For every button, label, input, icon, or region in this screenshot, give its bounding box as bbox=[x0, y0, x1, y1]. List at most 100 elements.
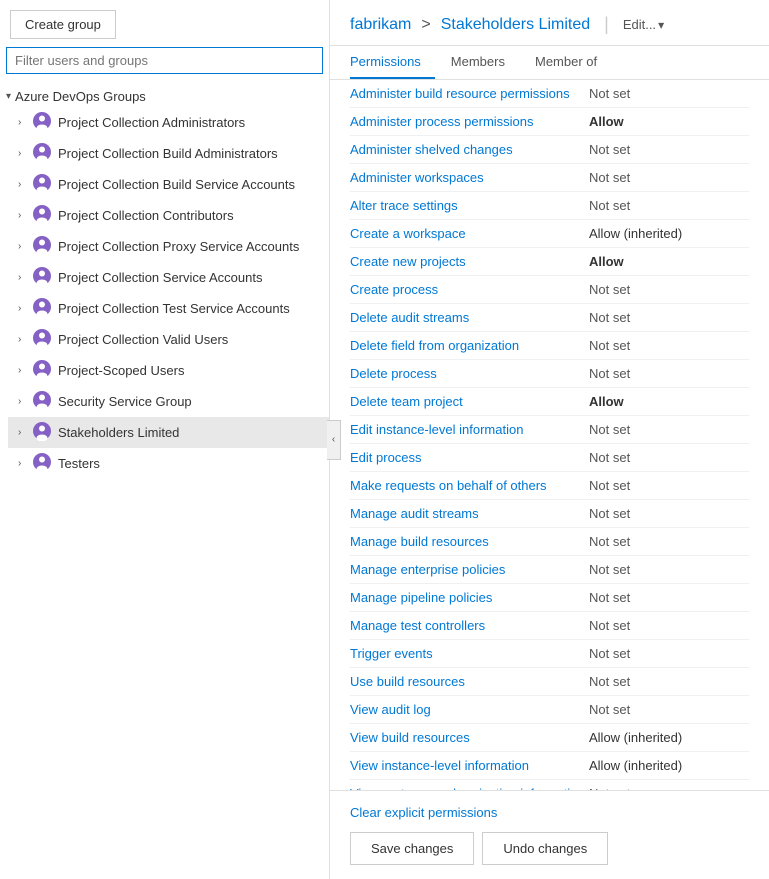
tree-item[interactable]: › Security Service Group bbox=[8, 386, 329, 417]
tree-item[interactable]: › Project Collection Contributors bbox=[8, 200, 329, 231]
permission-value[interactable]: Not set bbox=[589, 562, 749, 577]
permission-value[interactable]: Allow (inherited) bbox=[589, 730, 749, 745]
save-changes-button[interactable]: Save changes bbox=[350, 832, 474, 865]
tree-item-label: Project Collection Proxy Service Account… bbox=[58, 239, 299, 254]
permission-value[interactable]: Not set bbox=[589, 142, 749, 157]
user-icon bbox=[32, 328, 58, 351]
permission-value[interactable]: Not set bbox=[589, 282, 749, 297]
tree-items: › Project Collection Administrators› Pro… bbox=[0, 107, 329, 479]
permission-value[interactable]: Not set bbox=[589, 338, 749, 353]
permission-name[interactable]: Administer workspaces bbox=[350, 170, 589, 185]
group-header-label: Azure DevOps Groups bbox=[15, 89, 146, 104]
permission-name[interactable]: Delete audit streams bbox=[350, 310, 589, 325]
permission-value[interactable]: Not set bbox=[589, 590, 749, 605]
permission-value[interactable]: Not set bbox=[589, 534, 749, 549]
permission-row: Delete team projectAllow bbox=[350, 388, 749, 416]
permission-row: Administer shelved changesNot set bbox=[350, 136, 749, 164]
permission-name[interactable]: Administer shelved changes bbox=[350, 142, 589, 157]
permission-name[interactable]: Use build resources bbox=[350, 674, 589, 689]
permission-name[interactable]: Delete process bbox=[350, 366, 589, 381]
tree-item[interactable]: › Project Collection Build Service Accou… bbox=[8, 169, 329, 200]
permission-name[interactable]: Edit process bbox=[350, 450, 589, 465]
permission-name[interactable]: Make requests on behalf of others bbox=[350, 478, 589, 493]
permission-value[interactable]: Allow (inherited) bbox=[589, 758, 749, 773]
permission-name[interactable]: Trigger events bbox=[350, 646, 589, 661]
user-icon bbox=[32, 390, 58, 413]
user-icon bbox=[32, 266, 58, 289]
permission-value[interactable]: Not set bbox=[589, 170, 749, 185]
edit-dropdown-button[interactable]: Edit... ▾ bbox=[623, 17, 664, 32]
permission-name[interactable]: Delete field from organization bbox=[350, 338, 589, 353]
user-icon bbox=[32, 452, 58, 475]
tree-item-label: Project Collection Build Service Account… bbox=[58, 177, 295, 192]
permission-name[interactable]: Create process bbox=[350, 282, 589, 297]
tree-item-label: Project Collection Administrators bbox=[58, 115, 245, 130]
permission-name[interactable]: Alter trace settings bbox=[350, 198, 589, 213]
permission-name[interactable]: Manage audit streams bbox=[350, 506, 589, 521]
permission-name[interactable]: Manage enterprise policies bbox=[350, 562, 589, 577]
permission-name[interactable]: View audit log bbox=[350, 702, 589, 717]
permission-name[interactable]: Administer process permissions bbox=[350, 114, 589, 129]
permission-name[interactable]: Create a workspace bbox=[350, 226, 589, 241]
breadcrumb-separator: > bbox=[421, 16, 430, 34]
azure-devops-groups-header[interactable]: ▾ Azure DevOps Groups bbox=[0, 86, 329, 107]
permission-row: View instance-level informationAllow (in… bbox=[350, 752, 749, 780]
permission-value[interactable]: Not set bbox=[589, 618, 749, 633]
tab-permissions[interactable]: Permissions bbox=[350, 46, 435, 79]
tree-item[interactable]: › Project Collection Build Administrator… bbox=[8, 138, 329, 169]
tree-item[interactable]: › Project Collection Administrators bbox=[8, 107, 329, 138]
permission-row: Manage enterprise policiesNot set bbox=[350, 556, 749, 584]
permission-value[interactable]: Allow (inherited) bbox=[589, 226, 749, 241]
tree-item[interactable]: › Stakeholders Limited bbox=[8, 417, 329, 448]
permission-value[interactable]: Not set bbox=[589, 646, 749, 661]
tab-member-of[interactable]: Member of bbox=[535, 46, 611, 79]
expand-arrow-icon: › bbox=[18, 396, 28, 407]
permission-name[interactable]: Administer build resource permissions bbox=[350, 86, 589, 101]
tree-item[interactable]: › Testers bbox=[8, 448, 329, 479]
tree-item-label: Project Collection Build Administrators bbox=[58, 146, 278, 161]
tree-item-label: Project Collection Contributors bbox=[58, 208, 234, 223]
filter-input[interactable] bbox=[6, 47, 323, 74]
breadcrumb-parent-link[interactable]: fabrikam bbox=[350, 16, 411, 34]
permission-value[interactable]: Not set bbox=[589, 702, 749, 717]
tree-item[interactable]: › Project Collection Service Accounts bbox=[8, 262, 329, 293]
tree-item[interactable]: › Project Collection Valid Users bbox=[8, 324, 329, 355]
create-group-button[interactable]: Create group bbox=[10, 10, 116, 39]
permission-value[interactable]: Not set bbox=[589, 674, 749, 689]
permission-value[interactable]: Allow bbox=[589, 114, 749, 129]
permission-value[interactable]: Not set bbox=[589, 450, 749, 465]
permission-value[interactable]: Not set bbox=[589, 478, 749, 493]
tree-item[interactable]: › Project-Scoped Users bbox=[8, 355, 329, 386]
permission-value[interactable]: Not set bbox=[589, 310, 749, 325]
permission-name[interactable]: View instance-level information bbox=[350, 758, 589, 773]
tab-members[interactable]: Members bbox=[451, 46, 519, 79]
permission-name[interactable]: Create new projects bbox=[350, 254, 589, 269]
tree-item[interactable]: › Project Collection Proxy Service Accou… bbox=[8, 231, 329, 262]
permission-name[interactable]: Manage pipeline policies bbox=[350, 590, 589, 605]
collapse-panel-button[interactable]: ‹ bbox=[327, 420, 341, 460]
tree-item[interactable]: › Project Collection Test Service Accoun… bbox=[8, 293, 329, 324]
tree-item-label: Project-Scoped Users bbox=[58, 363, 184, 378]
permission-value[interactable]: Not set bbox=[589, 198, 749, 213]
expand-arrow-icon: › bbox=[18, 458, 28, 469]
breadcrumb-bar: fabrikam > Stakeholders Limited | Edit..… bbox=[330, 0, 769, 46]
permission-row: Administer build resource permissionsNot… bbox=[350, 80, 749, 108]
expand-arrow-icon: › bbox=[18, 303, 28, 314]
permission-value[interactable]: Not set bbox=[589, 506, 749, 521]
permission-name[interactable]: Manage build resources bbox=[350, 534, 589, 549]
permission-row: Administer workspacesNot set bbox=[350, 164, 749, 192]
permission-value[interactable]: Allow bbox=[589, 254, 749, 269]
permission-name[interactable]: View build resources bbox=[350, 730, 589, 745]
permission-value[interactable]: Allow bbox=[589, 394, 749, 409]
clear-explicit-permissions-link[interactable]: Clear explicit permissions bbox=[350, 805, 749, 820]
permission-value[interactable]: Not set bbox=[589, 86, 749, 101]
permission-value[interactable]: Not set bbox=[589, 366, 749, 381]
undo-changes-button[interactable]: Undo changes bbox=[482, 832, 608, 865]
tree-item-label: Project Collection Valid Users bbox=[58, 332, 228, 347]
permission-name[interactable]: Manage test controllers bbox=[350, 618, 589, 633]
permission-name[interactable]: Delete team project bbox=[350, 394, 589, 409]
permission-value[interactable]: Not set bbox=[589, 422, 749, 437]
permission-row: Edit instance-level informationNot set bbox=[350, 416, 749, 444]
permission-row: Trigger eventsNot set bbox=[350, 640, 749, 668]
permission-name[interactable]: Edit instance-level information bbox=[350, 422, 589, 437]
